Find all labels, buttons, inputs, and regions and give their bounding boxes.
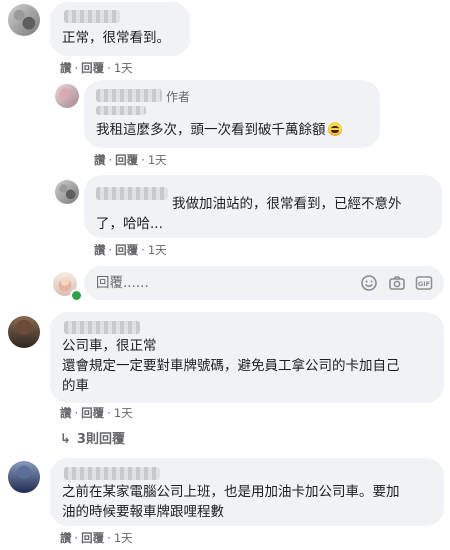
like-link[interactable]: 讚: [60, 531, 72, 545]
grinning-face-icon: [327, 122, 342, 136]
reply-arrow-icon: ↳: [60, 432, 71, 447]
comment-bubble: 正常，很常看到。: [50, 2, 190, 56]
like-link[interactable]: 讚: [94, 243, 106, 257]
timestamp[interactable]: 1天: [114, 406, 133, 420]
author-name-redacted[interactable]: [64, 321, 140, 334]
smiley-icon[interactable]: [360, 274, 378, 292]
comment-actions: 讚 · 回覆 · 1天: [60, 405, 133, 421]
reply-link[interactable]: 回覆: [81, 531, 104, 545]
timestamp[interactable]: 1天: [114, 531, 133, 545]
view-replies-link[interactable]: ↳ 3則回覆: [60, 428, 125, 447]
comment-bubble: 作者 我租這麼多次，頭一次看到破千萬餘額: [84, 80, 380, 148]
avatar[interactable]: [8, 4, 40, 36]
comment-text-line: 我租這麼多次，頭一次看到破千萬餘額: [96, 122, 326, 138]
comment-bubble: 公司車，很正常 還會規定一定要對車牌號碼，避免員工拿公司的卡加自己 的車: [50, 312, 444, 403]
timestamp[interactable]: 1天: [114, 61, 133, 75]
comment-text: 油的時候要報車牌跟哩程數: [62, 504, 224, 520]
avatar[interactable]: [8, 461, 40, 493]
author-name-redacted[interactable]: [96, 89, 162, 102]
separator: ·: [74, 531, 79, 545]
like-link[interactable]: 讚: [60, 61, 72, 75]
view-replies-label: 3則回覆: [76, 432, 125, 447]
comment-actions: 讚 · 回覆 · 1天: [60, 60, 133, 76]
avatar[interactable]: [8, 316, 40, 348]
svg-text:GIF: GIF: [418, 280, 430, 288]
reply-link[interactable]: 回覆: [115, 243, 138, 257]
author-badge: 作者: [166, 90, 191, 104]
like-link[interactable]: 讚: [60, 406, 72, 420]
comment-text: 我租這麼多次，頭一次看到破千萬餘額: [96, 120, 342, 141]
reply-link[interactable]: 回覆: [115, 153, 138, 167]
author-name-redacted[interactable]: [96, 187, 168, 200]
separator: ·: [74, 61, 79, 75]
separator: ·: [74, 406, 79, 420]
comment-text: 還會規定一定要對車牌號碼，避免員工拿公司的卡加自己: [62, 358, 400, 374]
author-name-redacted: [96, 106, 146, 115]
comment-text: 的車: [62, 378, 89, 394]
reply-composer[interactable]: GIF: [84, 266, 444, 300]
timestamp[interactable]: 1天: [148, 153, 167, 167]
avatar[interactable]: [55, 180, 79, 204]
reply-link[interactable]: 回覆: [81, 61, 104, 75]
separator: ·: [141, 243, 145, 257]
comment-actions: 讚 · 回覆 · 1天: [94, 152, 167, 168]
timestamp[interactable]: 1天: [148, 243, 167, 257]
separator: ·: [108, 243, 113, 257]
comment-actions: 讚 · 回覆 · 1天: [94, 242, 167, 258]
author-name-redacted[interactable]: [64, 467, 160, 480]
avatar[interactable]: [55, 84, 79, 108]
comment-bubble: 我做加油站的，很常看到，已經不意外 了，哈哈...: [84, 175, 442, 238]
comment-text: 之前在某家電腦公司上班，也是用加油卡加公司車。要加: [62, 484, 400, 500]
like-link[interactable]: 讚: [94, 153, 106, 167]
gif-icon[interactable]: GIF: [415, 274, 433, 292]
comment-text: 我做加油站的，很常看到，已經不意外: [172, 196, 402, 212]
author-name-redacted[interactable]: [64, 10, 120, 23]
reply-link[interactable]: 回覆: [81, 406, 104, 420]
separator: ·: [107, 406, 111, 420]
comment-text: 正常，很常看到。: [62, 30, 170, 46]
online-status-icon: [70, 289, 83, 302]
comment-text: 公司車，很正常: [62, 338, 157, 354]
separator: ·: [141, 153, 145, 167]
separator: ·: [108, 153, 113, 167]
comment-text: 了，哈哈...: [96, 216, 163, 232]
reply-input[interactable]: [96, 266, 326, 300]
comment-actions: 讚 · 回覆 · 1天: [60, 530, 133, 546]
camera-icon[interactable]: [388, 274, 406, 292]
separator: ·: [107, 531, 111, 545]
separator: ·: [107, 61, 111, 75]
comment-bubble: 之前在某家電腦公司上班，也是用加油卡加公司車。要加 油的時候要報車牌跟哩程數: [50, 458, 444, 526]
